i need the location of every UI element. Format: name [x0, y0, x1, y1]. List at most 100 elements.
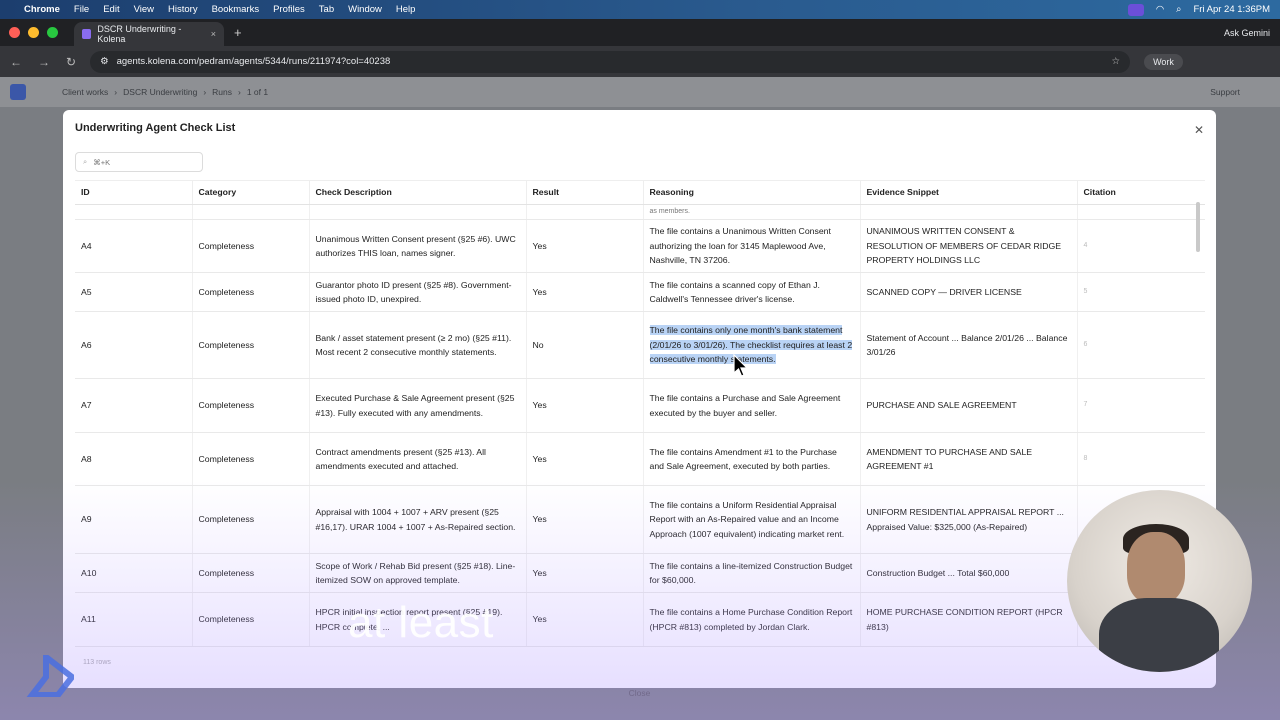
menu-edit[interactable]: Edit	[103, 4, 119, 15]
result-cell: Yes	[526, 219, 644, 273]
menu-app[interactable]: Chrome	[24, 4, 60, 15]
table-row[interactable]: A11 Completeness HPCR initial inspection…	[75, 592, 1205, 647]
ask-gemini-button[interactable]: Ask Gemini	[1224, 28, 1270, 38]
table-row[interactable]: A10 Completeness Scope of Work / Rehab B…	[75, 553, 1205, 593]
menu-help[interactable]: Help	[396, 4, 416, 15]
table-row[interactable]: A5 Completeness Guarantor photo ID prese…	[75, 272, 1205, 312]
result-cell: Yes	[526, 378, 644, 433]
reasoning-cell[interactable]: The file contains a Home Purchase Condit…	[643, 592, 861, 647]
menu-history[interactable]: History	[168, 4, 198, 15]
description-cell: Contract amendments present (§25 #13). A…	[309, 432, 527, 486]
site-info-icon[interactable]: ⚙	[100, 56, 109, 67]
close-window-icon[interactable]	[9, 27, 20, 38]
menu-profiles[interactable]: Profiles	[273, 4, 305, 15]
row-count: 113 rows	[83, 659, 111, 666]
result-cell: Yes	[526, 485, 644, 554]
reasoning-cell[interactable]: The file contains Amendment #1 to the Pu…	[643, 432, 861, 486]
citation-link[interactable]: 6	[1077, 311, 1205, 379]
browser-tab-active[interactable]: DSCR Underwriting - Kolena ×	[74, 22, 224, 46]
support-link[interactable]: Support	[1210, 87, 1240, 97]
new-tab-icon[interactable]: +	[234, 25, 242, 40]
modal-title: Underwriting Agent Check List	[75, 122, 236, 134]
address-bar[interactable]: ⚙ agents.kolena.com/pedram/agents/5344/r…	[90, 50, 1131, 73]
category-cell: Completeness	[192, 485, 310, 554]
close-tab-icon[interactable]: ×	[211, 29, 216, 39]
search-input[interactable]	[93, 157, 184, 167]
citation-link[interactable]: 7	[1077, 378, 1205, 433]
reasoning-cell[interactable]: The file contains a Purchase and Sale Ag…	[643, 378, 861, 433]
id-cell: A6	[75, 311, 193, 379]
reasoning-cell[interactable]: The file contains a line-itemized Constr…	[643, 553, 861, 593]
column-header-evidence[interactable]: Evidence Snippet	[860, 181, 1078, 205]
menu-view[interactable]: View	[134, 4, 154, 15]
citation-link[interactable]: 4	[1077, 219, 1205, 273]
kolena-watermark-icon	[26, 655, 74, 697]
reasoning-cell[interactable]: The file contains a scanned copy of Etha…	[643, 272, 861, 312]
kolena-logo-icon[interactable]	[10, 84, 26, 100]
citation-link[interactable]: 8	[1077, 432, 1205, 486]
zoom-window-icon[interactable]	[47, 27, 58, 38]
reasoning-cell-selected[interactable]: The file contains only one month's bank …	[643, 311, 861, 379]
table-row[interactable]: A7 Completeness Executed Purchase & Sale…	[75, 378, 1205, 433]
reasoning-cell[interactable]: The file contains a Uniform Residential …	[643, 485, 861, 554]
id-cell: A9	[75, 485, 193, 554]
column-header-result[interactable]: Result	[526, 181, 644, 205]
menu-bookmarks[interactable]: Bookmarks	[212, 4, 260, 15]
close-icon[interactable]: ✕	[1194, 123, 1204, 137]
reasoning-cell[interactable]: The file contains a Unanimous Written Co…	[643, 219, 861, 273]
menu-file[interactable]: File	[74, 4, 89, 15]
table-row[interactable]: A4 Completeness Unanimous Written Consen…	[75, 219, 1205, 273]
search-icon[interactable]: ⌕	[1176, 4, 1181, 15]
column-header-check-description[interactable]: Check Description	[309, 181, 527, 205]
selected-reasoning-text[interactable]: The file contains only one month's bank …	[649, 325, 853, 365]
forward-arrow-icon[interactable]: →	[38, 55, 50, 69]
kolena-favicon-icon	[82, 29, 92, 39]
table-row[interactable]: A9 Completeness Appraisal with 1004 + 10…	[75, 485, 1205, 554]
category-cell: Completeness	[192, 378, 310, 433]
minimize-window-icon[interactable]	[28, 27, 39, 38]
breadcrumb-run-count[interactable]: 1 of 1	[247, 87, 268, 97]
evidence-cell: UNANIMOUS WRITTEN CONSENT & RESOLUTION O…	[860, 219, 1078, 273]
webcam-bubble	[1067, 490, 1252, 672]
category-cell: Completeness	[192, 432, 310, 486]
table-scrollbar[interactable]	[1196, 202, 1200, 252]
description-cell: Guarantor photo ID present (§25 #8). Gov…	[309, 272, 527, 312]
search-icon: ⌕	[83, 157, 88, 166]
reload-icon[interactable]: ↻	[66, 55, 76, 69]
id-cell: A10	[75, 553, 193, 593]
menu-tab[interactable]: Tab	[319, 4, 334, 15]
app-breadcrumb-bar: Client works › DSCR Underwriting › Runs …	[0, 77, 1280, 107]
profile-button[interactable]: Work	[1144, 53, 1183, 70]
table-row[interactable]: A6 Completeness Bank / asset statement p…	[75, 311, 1205, 379]
citation-link[interactable]: 5	[1077, 272, 1205, 312]
tab-title: DSCR Underwriting - Kolena	[97, 24, 182, 44]
table-row[interactable]: A8 Completeness Contract amendments pres…	[75, 432, 1205, 486]
search-box[interactable]: ⌕	[75, 152, 203, 172]
column-header-reasoning[interactable]: Reasoning	[643, 181, 861, 205]
menu-window[interactable]: Window	[348, 4, 382, 15]
description-cell: Bank / asset statement present (≥ 2 mo) …	[309, 311, 527, 379]
bookmark-star-icon[interactable]: ☆	[1112, 56, 1121, 67]
evidence-cell: Statement of Account ... Balance 2/01/26…	[860, 311, 1078, 379]
category-cell: Completeness	[192, 219, 310, 273]
screen-record-icon[interactable]	[1127, 3, 1144, 16]
id-cell: A5	[75, 272, 193, 312]
menubar-clock[interactable]: Fri Apr 24 1:36PM	[1193, 4, 1270, 15]
checklist-table: ID Category Check Description Result Rea…	[75, 180, 1205, 652]
breadcrumb-dscr[interactable]: DSCR Underwriting	[123, 87, 197, 97]
category-cell: Completeness	[192, 592, 310, 647]
breadcrumb-separator-icon: ›	[203, 87, 207, 97]
description-cell: Unanimous Written Consent present (§25 #…	[309, 219, 527, 273]
table-row-partial: as members.	[75, 204, 1205, 220]
back-arrow-icon[interactable]: ←	[10, 55, 22, 69]
wifi-icon[interactable]: ◠	[1156, 4, 1164, 15]
description-cell: Appraisal with 1004 + 1007 + ARV present…	[309, 485, 527, 554]
close-modal-button[interactable]: Close	[63, 688, 1216, 702]
column-header-citation[interactable]: Citation	[1077, 181, 1205, 205]
breadcrumb-client-works[interactable]: Client works	[62, 87, 108, 97]
browser-toolbar: ← → ↻ ⚙ agents.kolena.com/pedram/agents/…	[0, 46, 1280, 77]
reasoning-cell: as members.	[643, 204, 861, 220]
column-header-category[interactable]: Category	[192, 181, 310, 205]
breadcrumb-runs[interactable]: Runs	[212, 87, 232, 97]
column-header-id[interactable]: ID	[75, 181, 193, 205]
